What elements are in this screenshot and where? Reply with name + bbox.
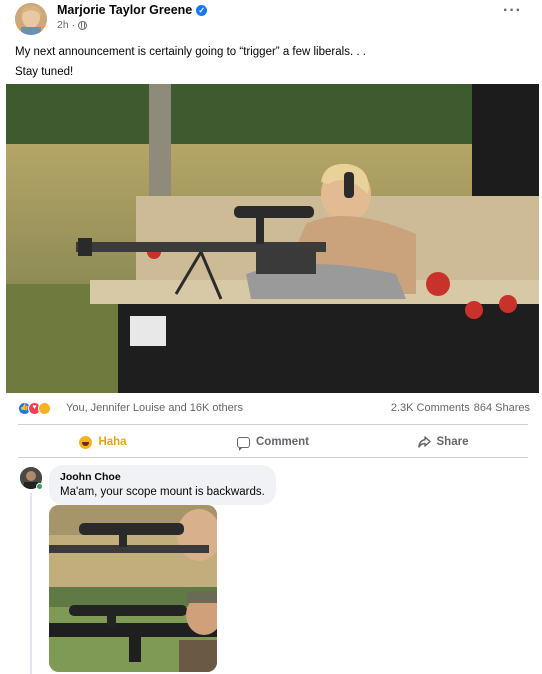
post-text-line-2: Stay tuned! [15, 66, 74, 78]
action-bar: Haha Comment Share [18, 430, 528, 454]
post-text: My next announcement is certainly going … [15, 42, 525, 82]
post-header: Marjorie Taylor Greene ✓ 2h · ··· [0, 0, 542, 36]
divider-top [18, 424, 528, 425]
post-text-line-1: My next announcement is certainly going … [15, 46, 366, 58]
haha-button[interactable]: Haha [18, 430, 188, 454]
author-name[interactable]: Marjorie Taylor Greene ✓ [57, 3, 208, 17]
more-horizontal-icon[interactable]: ··· [503, 3, 522, 19]
haha-icon [79, 435, 93, 449]
comment-thread-line [30, 493, 32, 674]
comment-photo[interactable] [49, 505, 217, 672]
haha-reaction-icon [38, 402, 51, 415]
comment-photo-image [49, 505, 217, 672]
post-photo-image [6, 84, 539, 393]
globe-icon [78, 20, 88, 30]
comment-text: Ma'am, your scope mount is backwards. [60, 486, 265, 498]
comment-label: Comment [255, 436, 310, 448]
post-meta: 2h · [57, 19, 88, 31]
comment-icon [236, 436, 250, 451]
haha-label: Haha [98, 436, 127, 448]
share-icon [417, 436, 431, 448]
post-time[interactable]: 2h · [57, 19, 75, 31]
author-avatar[interactable] [15, 3, 47, 35]
online-status-icon [36, 483, 43, 490]
comments-count[interactable]: 2.3K Comments [391, 402, 470, 414]
comment-button[interactable]: Comment [188, 430, 358, 454]
reaction-names[interactable]: You, Jennifer Louise and 16K others [66, 402, 243, 414]
divider-bottom [18, 457, 528, 458]
verified-badge-icon: ✓ [196, 4, 208, 16]
reaction-icons[interactable]: 👍 ♥ [18, 402, 51, 415]
reactions-bar: 👍 ♥ You, Jennifer Louise and 16K others … [18, 401, 530, 417]
share-button[interactable]: Share [358, 430, 528, 454]
share-label: Share [436, 436, 469, 448]
engagement-counts: 2.3K Comments 864 Shares [391, 402, 530, 414]
comment-bubble: Joohn Choe Ma'am, your scope mount is ba… [49, 465, 276, 505]
commenter-name[interactable]: Joohn Choe [60, 471, 265, 484]
author-name-text[interactable]: Marjorie Taylor Greene [57, 3, 192, 17]
post-photo[interactable] [6, 84, 539, 393]
shares-count[interactable]: 864 Shares [474, 402, 530, 414]
